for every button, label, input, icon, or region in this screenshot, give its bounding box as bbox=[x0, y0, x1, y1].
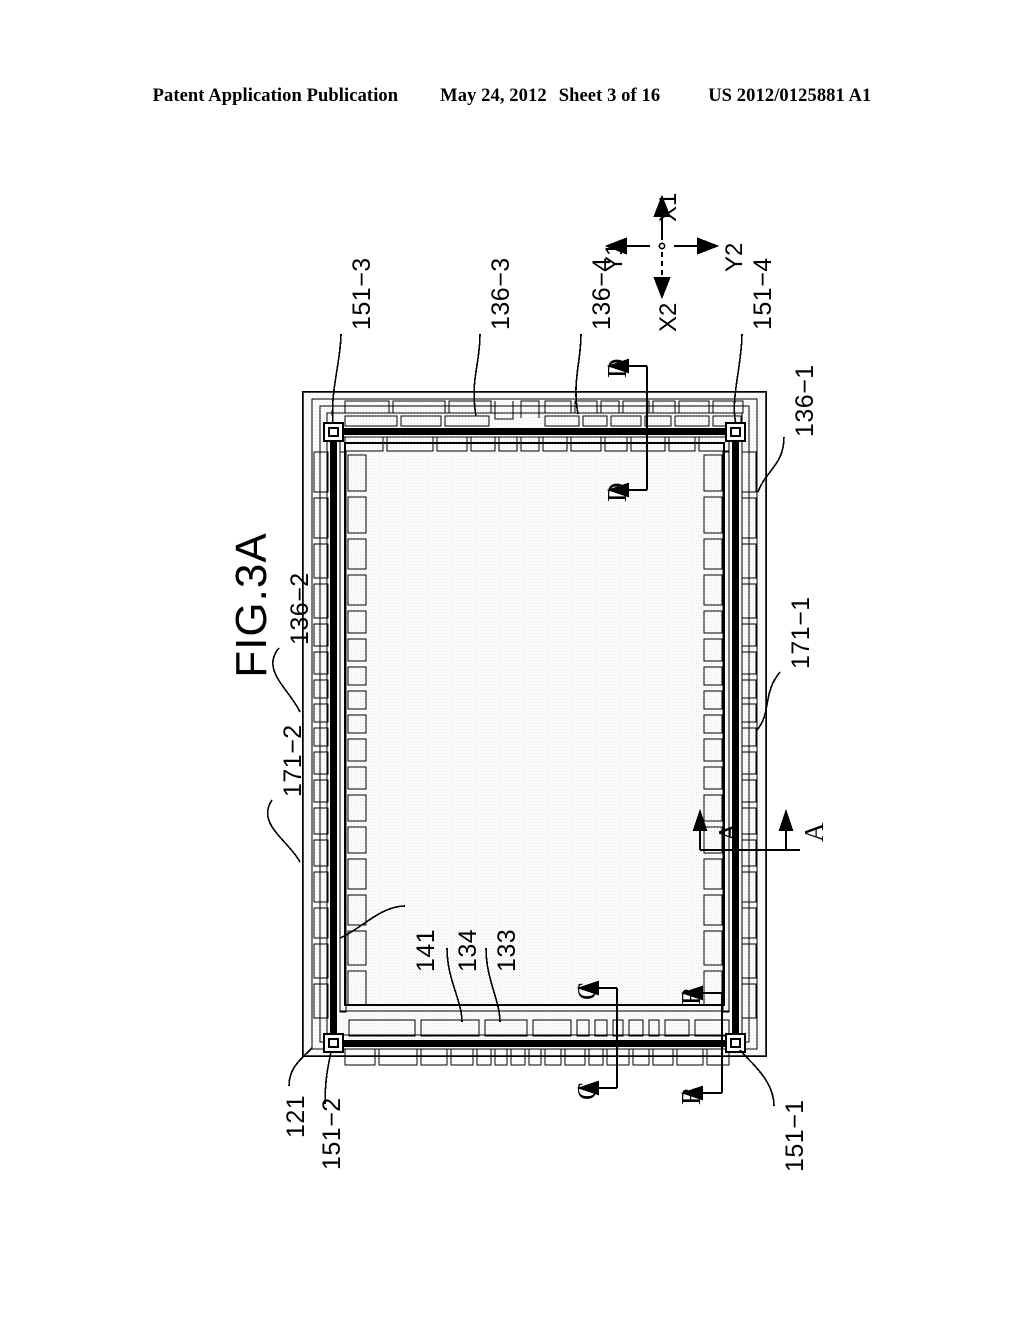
ref-label-121: 121 bbox=[282, 1094, 310, 1138]
section-letter-d-top: D bbox=[602, 358, 632, 379]
corner-contact-bottom-left bbox=[323, 1033, 344, 1053]
section-letter-a-top: A bbox=[713, 822, 743, 843]
section-letter-b-bottom: B bbox=[676, 1086, 706, 1105]
section-letter-c-top: C bbox=[572, 981, 602, 1000]
ref-label-136-3: 136−3 bbox=[487, 257, 515, 330]
ref-label-151-2: 151−2 bbox=[318, 1097, 346, 1170]
axis-label-x2: X2 bbox=[655, 302, 682, 332]
section-letter-b-top: B bbox=[676, 986, 706, 1005]
ref-label-151-3: 151−3 bbox=[348, 257, 376, 330]
ref-label-141: 141 bbox=[412, 928, 440, 972]
ref-label-151-1: 151−1 bbox=[781, 1099, 809, 1172]
ref-label-136-1: 136−1 bbox=[791, 364, 819, 437]
ref-label-133: 133 bbox=[493, 928, 521, 972]
figure-3a: FIG.3A 151−3 136−3 136−4 151−4 136−1 136… bbox=[0, 0, 1024, 1320]
section-letter-c-bottom: C bbox=[572, 1081, 602, 1100]
corner-contact-top-left bbox=[323, 422, 344, 442]
corner-contact-bottom-right bbox=[725, 1033, 746, 1053]
ref-label-171-1: 171−1 bbox=[787, 596, 815, 669]
figure-drawing bbox=[266, 194, 800, 1107]
ref-label-171-2: 171−2 bbox=[279, 724, 307, 797]
section-letter-a-bottom: A bbox=[799, 822, 829, 843]
section-letter-d-bottom: D bbox=[602, 482, 632, 503]
axis-label-x1: X1 bbox=[655, 192, 682, 222]
ref-label-134: 134 bbox=[454, 928, 482, 972]
ref-label-151-4: 151−4 bbox=[749, 257, 777, 330]
substrate-outline bbox=[302, 391, 767, 1057]
ref-label-136-2: 136−2 bbox=[286, 572, 314, 645]
axis-label-y2: Y2 bbox=[721, 242, 748, 272]
corner-contact-top-right bbox=[725, 422, 746, 442]
axis-label-y1: Y1 bbox=[601, 242, 628, 272]
figure-title: FIG.3A bbox=[227, 532, 276, 678]
